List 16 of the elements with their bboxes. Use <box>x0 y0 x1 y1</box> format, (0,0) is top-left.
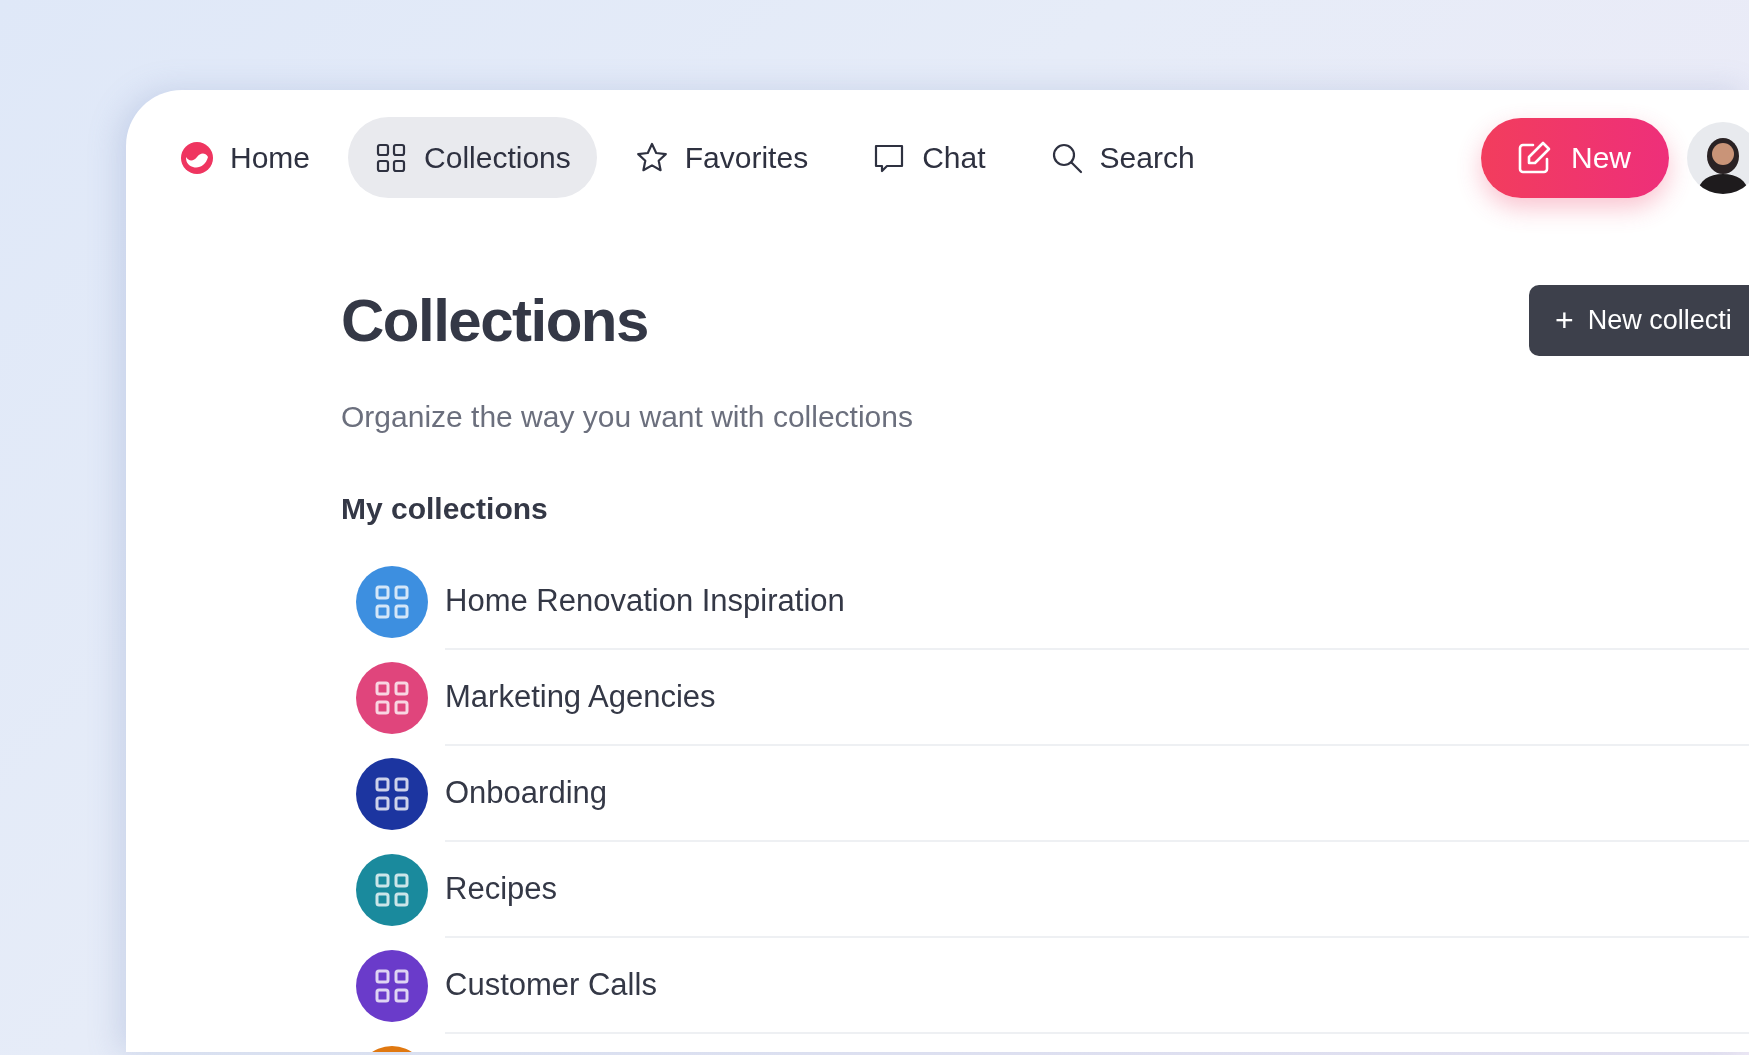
new-collection-button[interactable]: + New collecti <box>1529 285 1749 356</box>
nav-tab[interactable]: Chat <box>846 117 1012 198</box>
section-heading: My collections <box>341 491 549 527</box>
page-subtitle: Organize the way you want with collections <box>341 399 914 435</box>
page-title: Collections <box>341 286 648 355</box>
collection-name[interactable]: Marketing Agencies <box>445 679 716 715</box>
nav-tab[interactable]: Collections <box>348 117 597 198</box>
nav-tab[interactable]: Search <box>1023 117 1221 198</box>
collection-name[interactable]: Customer Calls <box>445 967 657 1003</box>
collection-name[interactable]: Home Renovation Inspiration <box>445 583 845 619</box>
nav-tab[interactable]: Favorites <box>608 117 835 198</box>
new-button[interactable]: New <box>1481 117 1669 198</box>
nav-tab[interactable]: Home <box>154 117 337 198</box>
logo-icon <box>180 140 214 175</box>
collection-name[interactable]: Recipes <box>445 871 557 907</box>
collection-name[interactable]: Onboarding <box>445 775 607 811</box>
